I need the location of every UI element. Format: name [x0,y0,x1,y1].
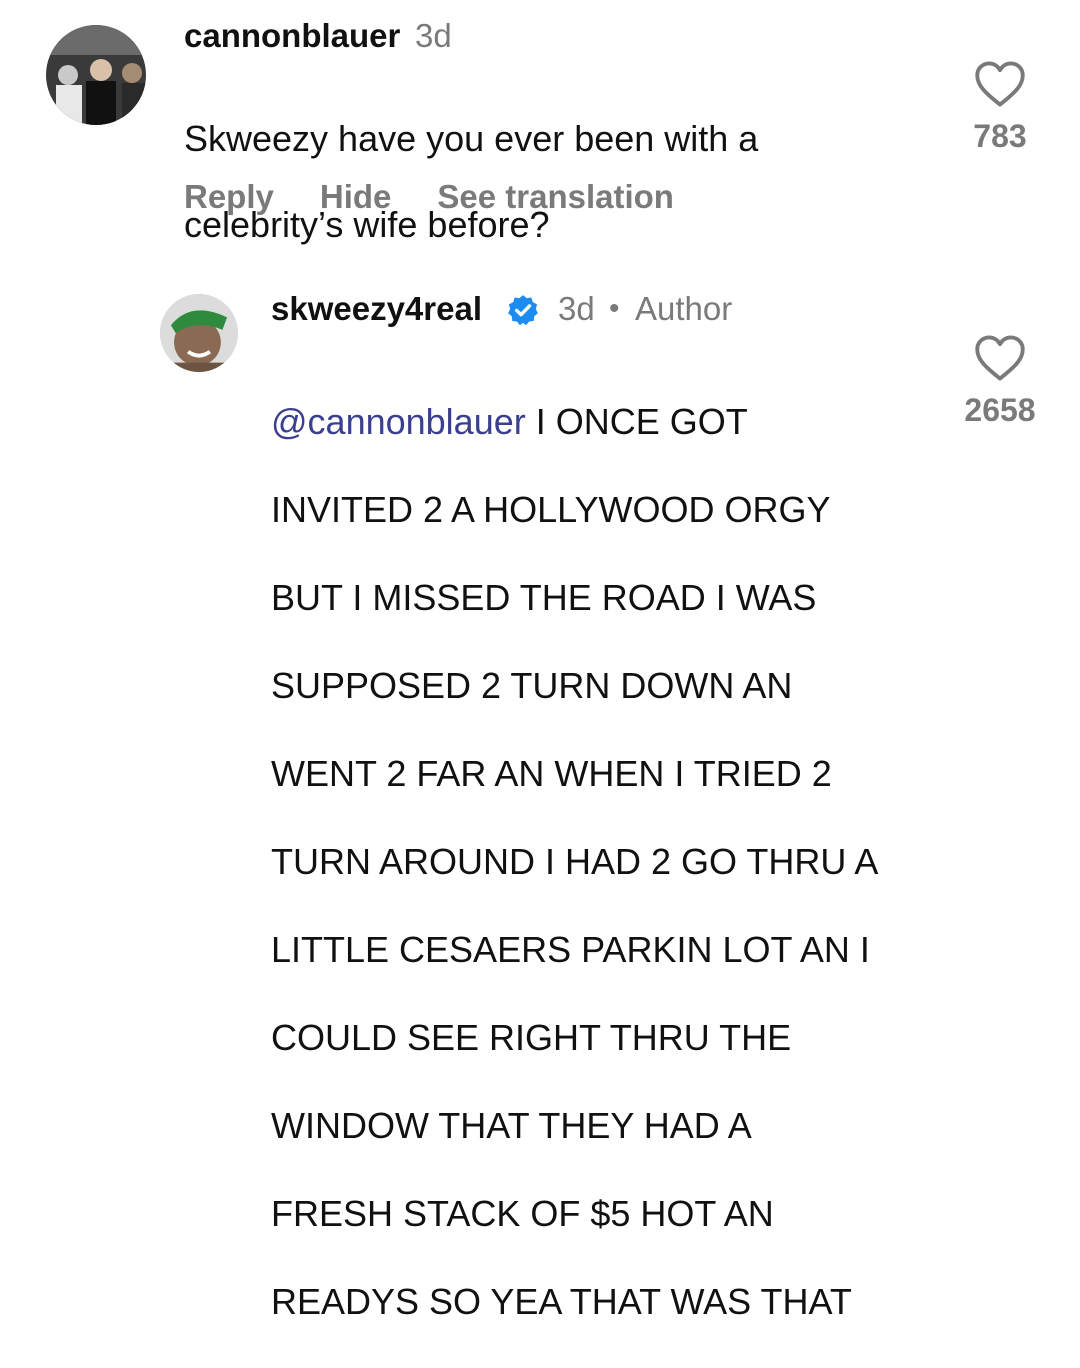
see-translation-button[interactable]: See translation [437,178,674,216]
profile-photo-icon [160,294,238,372]
comment-actions: Reply Hide See translation [184,178,674,216]
hide-button[interactable]: Hide [320,178,392,216]
like-count: 783 [973,118,1027,154]
comment-line: WINDOW THAT THEY HAD A [271,1105,752,1146]
comment-line: BUT I MISSED THE ROAD I WAS [271,577,817,618]
verified-badge-icon [508,295,538,326]
comment-line: COULD SEE RIGHT THRU THE [271,1017,792,1058]
comment-time: 3d [415,17,452,54]
avatar-cannonblauer[interactable] [46,25,146,125]
like-column: 783 [950,60,1050,155]
comment-line: Skweezy have you ever been with a [184,118,759,159]
heart-icon[interactable] [974,60,1026,108]
comment-line: READYS SO YEA THAT WAS THAT [271,1281,852,1322]
reply-button[interactable]: Reply [184,178,274,216]
comment-body: @cannonblauer I ONCE GOT INVITED 2 A HOL… [271,356,878,1368]
comment-line: TURN AROUND I HAD 2 GO THRU A [271,841,879,882]
author-label: Author [635,290,733,327]
meta-separator: • [609,292,620,325]
avatar-skweezy4real[interactable] [160,294,238,372]
comment-line: FRESH STACK OF $5 HOT AN [271,1193,774,1234]
comment-line: WENT 2 FAR AN WHEN I TRIED 2 [271,753,832,794]
profile-photo-icon [46,25,146,125]
heart-icon[interactable] [974,334,1026,382]
comment-username[interactable]: cannonblauer [184,17,400,55]
like-column: 2658 [950,334,1050,429]
like-count: 2658 [964,392,1036,428]
comment-time: 3d [558,290,595,327]
comment-line: INVITED 2 A HOLLYWOOD ORGY [271,489,831,530]
comment-line: SUPPOSED 2 TURN DOWN AN [271,665,793,706]
mention-link[interactable]: @cannonblauer [271,401,526,442]
comment-line: I ONCE GOT [525,401,748,442]
comment-username[interactable]: skweezy4real [271,290,482,328]
comment-line: LITTLE CESAERS PARKIN LOT AN I [271,929,870,970]
